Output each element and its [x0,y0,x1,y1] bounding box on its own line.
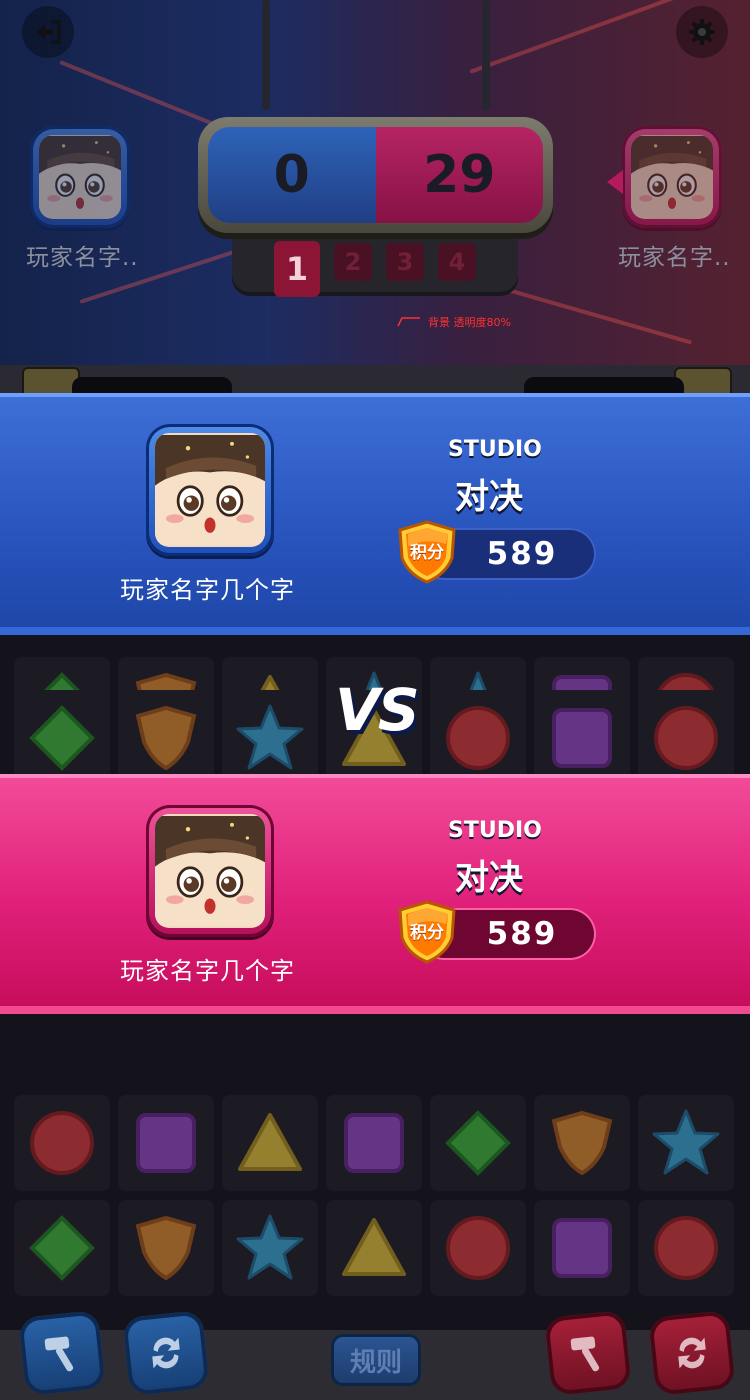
scoreboard-hanger [482,0,490,110]
swap-button-blue[interactable] [122,1310,210,1396]
round-chip: 4 [438,243,476,281]
hammer-icon [44,1336,74,1372]
square-gem-icon [136,1113,196,1173]
annotation-text: 背景 透明度80% [428,316,511,329]
circle-gem-icon [446,706,510,770]
pink-mode-title: 对决 [455,858,523,898]
circle-gem-icon [30,1111,94,1175]
swap-icon [678,1337,706,1369]
left-player-name: 玩家名字.. [26,245,139,271]
pink-player-avatar [146,805,274,937]
points-badge: 积分 [396,900,458,964]
points-badge-label: 积分 [410,542,444,563]
board-cell[interactable] [14,1095,110,1191]
shield-gem-icon [135,705,197,771]
board-cell[interactable] [534,1095,630,1191]
avatar-girl-icon [39,135,121,219]
board-cell[interactable] [14,1200,110,1296]
swap-button-red[interactable] [648,1310,736,1396]
design-annotation: 背景 透明度80% [396,314,511,330]
hammer-icon [570,1336,600,1372]
vs-label: VS [335,676,420,744]
board-cell[interactable] [638,1200,734,1296]
board-cell[interactable] [638,1095,734,1191]
blue-player-name: 玩家名字几个字 [120,576,295,604]
board-cell[interactable] [430,1095,526,1191]
diamond-gem-icon [445,1110,511,1176]
blue-mode-title: 对决 [455,477,523,517]
board-cell[interactable] [118,690,214,786]
square-gem-icon [552,708,612,768]
blue-player-banner: 玩家名字几个字 STUDIO 对决 589 积分 [0,393,750,635]
avatar-girl-icon [155,433,265,547]
circle-gem-icon [654,706,718,770]
star-gem-icon [236,704,304,770]
pink-player-banner: 玩家名字几个字 STUDIO 对决 589 积分 [0,774,750,1014]
swap-icon [152,1337,180,1369]
triangle-gem-icon [342,1218,406,1276]
points-badge: 积分 [396,520,458,584]
right-player-avatar [622,126,722,228]
round-chip-active: 1 [274,241,320,297]
hammer-button-blue[interactable] [18,1310,106,1396]
left-player-avatar [30,126,130,228]
board-cell[interactable] [430,1200,526,1296]
board-cell[interactable] [118,1095,214,1191]
shield-gem-icon [135,1215,197,1281]
blue-studio-label: STUDIO [448,437,542,462]
annotation-arrow-icon [397,317,420,327]
board-cell[interactable] [534,1200,630,1296]
round-chip: 2 [334,243,372,281]
points-badge-label: 积分 [410,922,444,943]
blue-score: 0 [208,127,376,223]
diamond-gem-icon [29,705,95,771]
back-button[interactable] [22,6,74,58]
square-gem-icon [344,1113,404,1173]
star-gem-icon [236,1214,304,1280]
scoreboard-hanger [262,0,270,110]
diamond-gem-icon [29,1215,95,1281]
round-indicator: 1 2 3 4 [232,228,518,297]
settings-button[interactable] [676,6,728,58]
board-cell[interactable] [534,690,630,786]
board-cell[interactable] [222,690,318,786]
exit-arrow-icon [37,20,61,44]
board-cell[interactable] [430,690,526,786]
board-cell[interactable] [326,1200,422,1296]
background-ray [469,0,687,74]
board-cell[interactable] [326,1095,422,1191]
rules-button[interactable]: 规则 [331,1334,421,1386]
avatar-girl-icon [631,135,713,219]
pink-player-name: 玩家名字几个字 [120,957,295,985]
board-cell[interactable] [638,690,734,786]
pink-score: 29 [375,127,543,223]
scoreboard: 0 29 [198,117,553,233]
match-header: 玩家名字.. 玩家名字.. 1 2 3 4 0 29 背景 透明度80% [0,0,750,365]
board-cell[interactable] [118,1200,214,1296]
avatar-girl-icon [155,814,265,928]
round-chip: 3 [386,243,424,281]
square-gem-icon [552,1218,612,1278]
board-cell[interactable] [222,1095,318,1191]
right-player-name: 玩家名字.. [618,245,731,271]
triangle-gem-icon [238,1113,302,1171]
blue-player-avatar [146,424,274,556]
pink-studio-label: STUDIO [448,818,542,843]
shield-gem-icon [551,1110,613,1176]
circle-gem-icon [446,1216,510,1280]
hammer-button-red[interactable] [544,1310,632,1396]
circle-gem-icon [654,1216,718,1280]
board-cell[interactable] [222,1200,318,1296]
gear-icon [689,19,715,45]
board-cell[interactable] [14,690,110,786]
turn-indicator [607,170,623,194]
star-gem-icon [652,1109,720,1175]
